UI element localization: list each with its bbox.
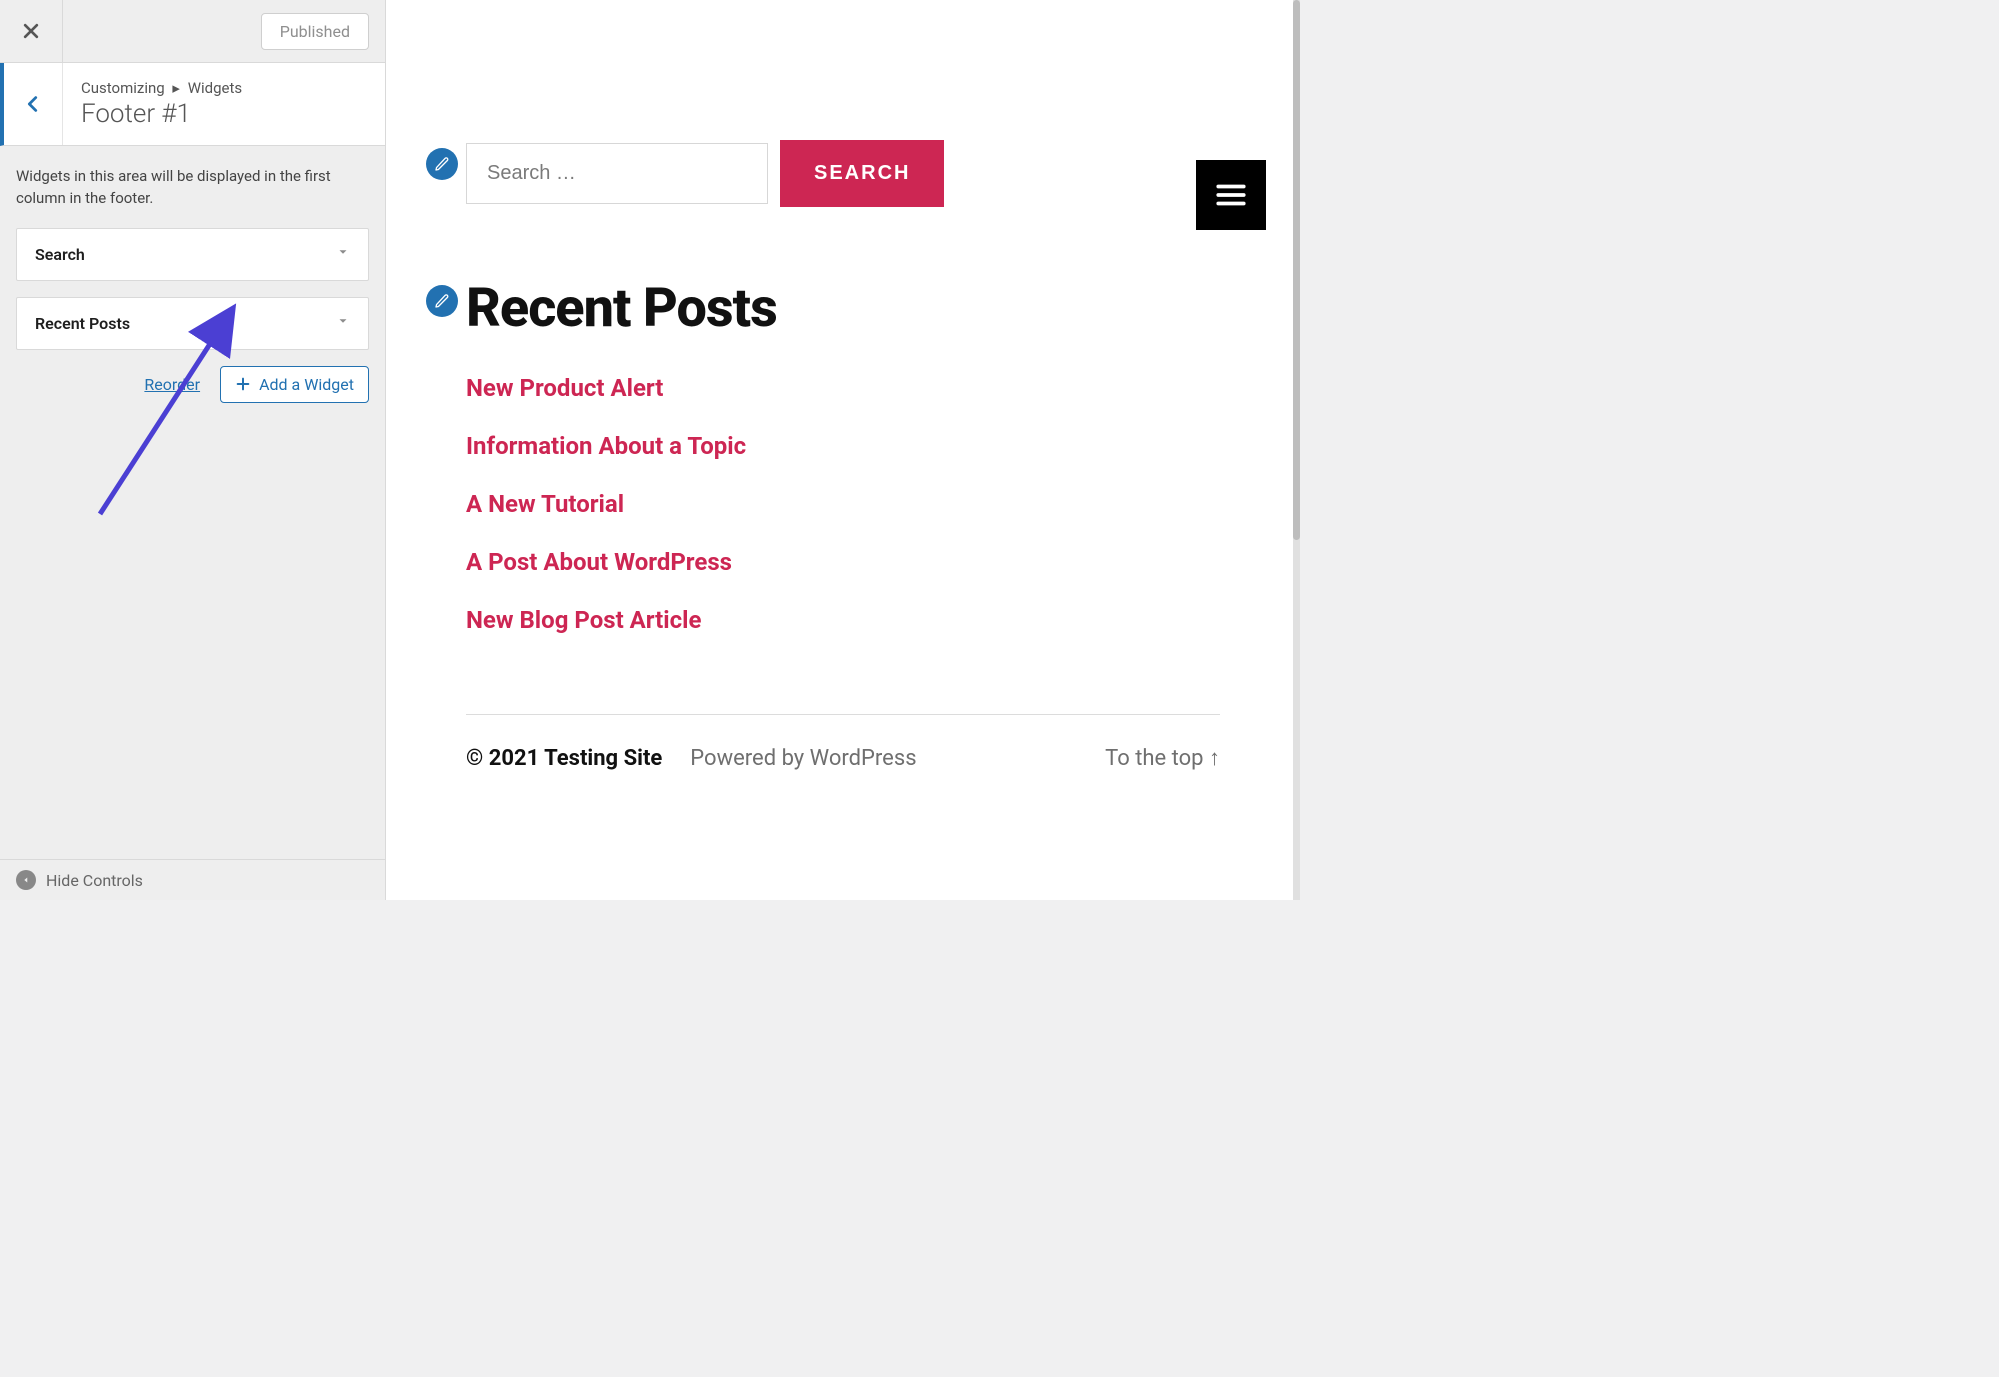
chevron-down-icon (336, 314, 350, 332)
search-input[interactable] (466, 143, 768, 204)
publish-status-button[interactable]: Published (261, 13, 369, 50)
collapse-left-icon (16, 870, 36, 890)
breadcrumb: Customizing ▸ Widgets (81, 79, 242, 97)
hide-controls-button[interactable]: Hide Controls (0, 859, 385, 900)
widget-actions: Reorder Add a Widget (16, 366, 369, 403)
powered-by-link[interactable]: Powered by WordPress (690, 746, 916, 771)
recent-post-link[interactable]: A New Tutorial (466, 490, 1260, 518)
preview-scrollbar[interactable] (1293, 0, 1300, 900)
site-footer: © 2021 Testing Site Powered by WordPress… (426, 745, 1260, 791)
footer-search-widget: SEARCH (466, 140, 1260, 207)
section-help-text: Widgets in this area will be displayed i… (16, 166, 369, 210)
chevron-down-icon (336, 245, 350, 263)
pencil-icon (434, 156, 450, 172)
recent-post-link[interactable]: A Post About WordPress (466, 548, 1260, 576)
hide-controls-label: Hide Controls (46, 871, 143, 890)
breadcrumb-root: Customizing (81, 79, 165, 97)
widget-item-label: Recent Posts (35, 314, 130, 333)
add-widget-button[interactable]: Add a Widget (220, 366, 369, 403)
customizer-topbar: Published (0, 0, 385, 63)
footer-recent-posts-widget: Recent Posts New Product Alert Informati… (466, 277, 1260, 634)
search-button[interactable]: SEARCH (780, 140, 944, 207)
section-title: Footer #1 (81, 99, 242, 129)
footer-divider (466, 714, 1220, 715)
publish-cell: Published (63, 0, 385, 62)
section-header-text: Customizing ▸ Widgets Footer #1 (63, 63, 260, 145)
reorder-link[interactable]: Reorder (144, 375, 200, 394)
plus-icon (235, 376, 251, 392)
recent-posts-heading: Recent Posts (466, 277, 1260, 340)
recent-post-link[interactable]: New Blog Post Article (466, 606, 1260, 634)
close-icon (21, 21, 41, 41)
site-preview: SEARCH Recent Posts New Product Alert In… (386, 0, 1300, 900)
breadcrumb-separator: ▸ (172, 79, 180, 97)
sidebar-body: Widgets in this area will be displayed i… (0, 146, 385, 859)
breadcrumb-current: Widgets (188, 79, 242, 97)
edit-widget-button[interactable] (426, 148, 458, 180)
chevron-left-icon (22, 93, 44, 115)
pencil-icon (434, 293, 450, 309)
back-button[interactable] (4, 63, 63, 145)
widget-item-label: Search (35, 245, 85, 264)
customizer-panel: Published Customizing ▸ Widgets Footer #… (0, 0, 386, 900)
copyright-text: © 2021 Testing Site (466, 746, 662, 771)
close-customizer-button[interactable] (0, 0, 63, 62)
recent-posts-list: New Product Alert Information About a To… (466, 374, 1260, 634)
edit-widget-button[interactable] (426, 285, 458, 317)
scrollbar-thumb[interactable] (1293, 0, 1300, 540)
recent-post-link[interactable]: Information About a Topic (466, 432, 1260, 460)
to-the-top-link[interactable]: To the top ↑ (1105, 745, 1220, 771)
widget-item-recent-posts[interactable]: Recent Posts (16, 297, 369, 350)
add-widget-label: Add a Widget (259, 375, 354, 394)
widget-item-search[interactable]: Search (16, 228, 369, 281)
recent-post-link[interactable]: New Product Alert (466, 374, 1260, 402)
section-header: Customizing ▸ Widgets Footer #1 (0, 63, 385, 146)
